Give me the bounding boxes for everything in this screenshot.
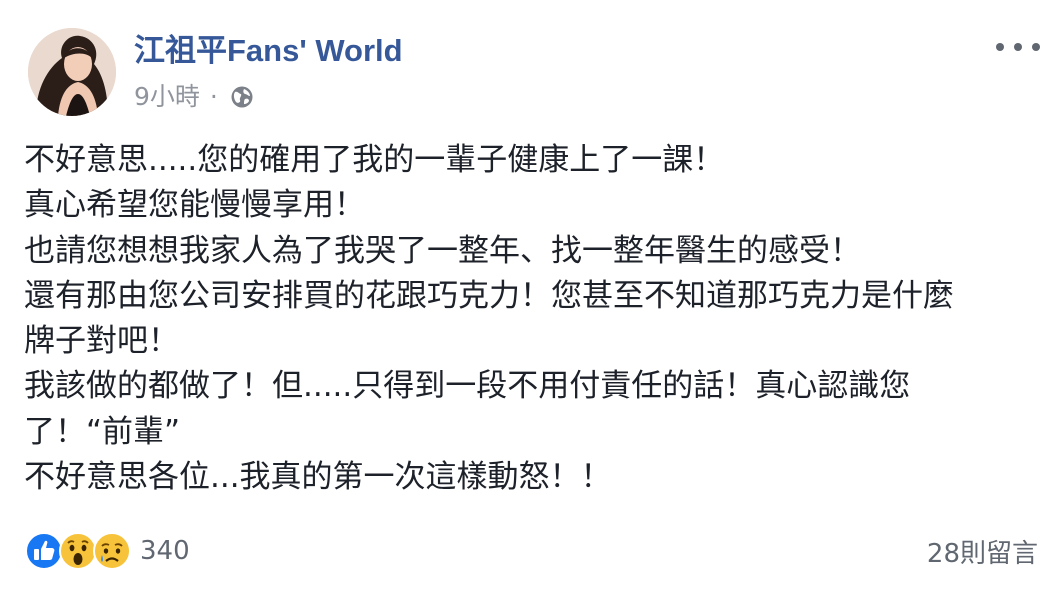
post-header: 江祖平Fans' World 9小時 · [28,28,403,116]
separator-dot: · [209,82,218,111]
post-meta: 江祖平Fans' World 9小時 · [134,28,403,112]
reactions-summary[interactable]: 340 [24,531,190,571]
post-timestamp[interactable]: 9小時 [134,82,200,112]
reaction-count: 340 [140,536,190,566]
page-name-link[interactable]: 江祖平Fans' World [134,32,403,70]
globe-icon[interactable] [230,85,254,109]
avatar-photo [28,28,116,116]
post-line: 不好意思.....您的確用了我的一輩子健康上了一課！ [24,142,725,178]
more-dot [996,43,1004,51]
facebook-post: 江祖平Fans' World 9小時 · 不好意思.....您的確用了我的一輩子 [0,0,1060,596]
comments-count-link[interactable]: 28則留言 [927,533,1038,570]
post-line: 也請您想想我家人為了我哭了一整年、找一整年醫生的感受！ [24,232,861,269]
post-line: 了！“前輩” [24,413,181,450]
post-body: 不好意思.....您的確用了我的一輩子健康上了一課！ 真心希望您能慢慢享用！ 也… [24,138,1034,500]
avatar[interactable] [28,28,116,116]
post-footer: 340 28則留言 [24,528,1038,574]
more-dot [1032,43,1040,51]
post-line: 牌子對吧！ [24,323,179,360]
post-line: 不好意思各位...我真的第一次這樣動怒！！ [24,459,612,496]
post-subline: 9小時 · [134,82,403,112]
post-line: 我該做的都做了！但.....只得到一段不用付責任的話！真心認識您 [24,368,911,405]
post-line: 真心希望您能慢慢享用！ [24,187,365,224]
more-dot [1014,43,1022,51]
more-options-icon[interactable] [996,36,1040,58]
sad-icon [93,532,131,570]
post-line: 還有那由您公司安排買的花跟巧克力！您甚至不知道那巧克力是什麼 [24,277,954,314]
